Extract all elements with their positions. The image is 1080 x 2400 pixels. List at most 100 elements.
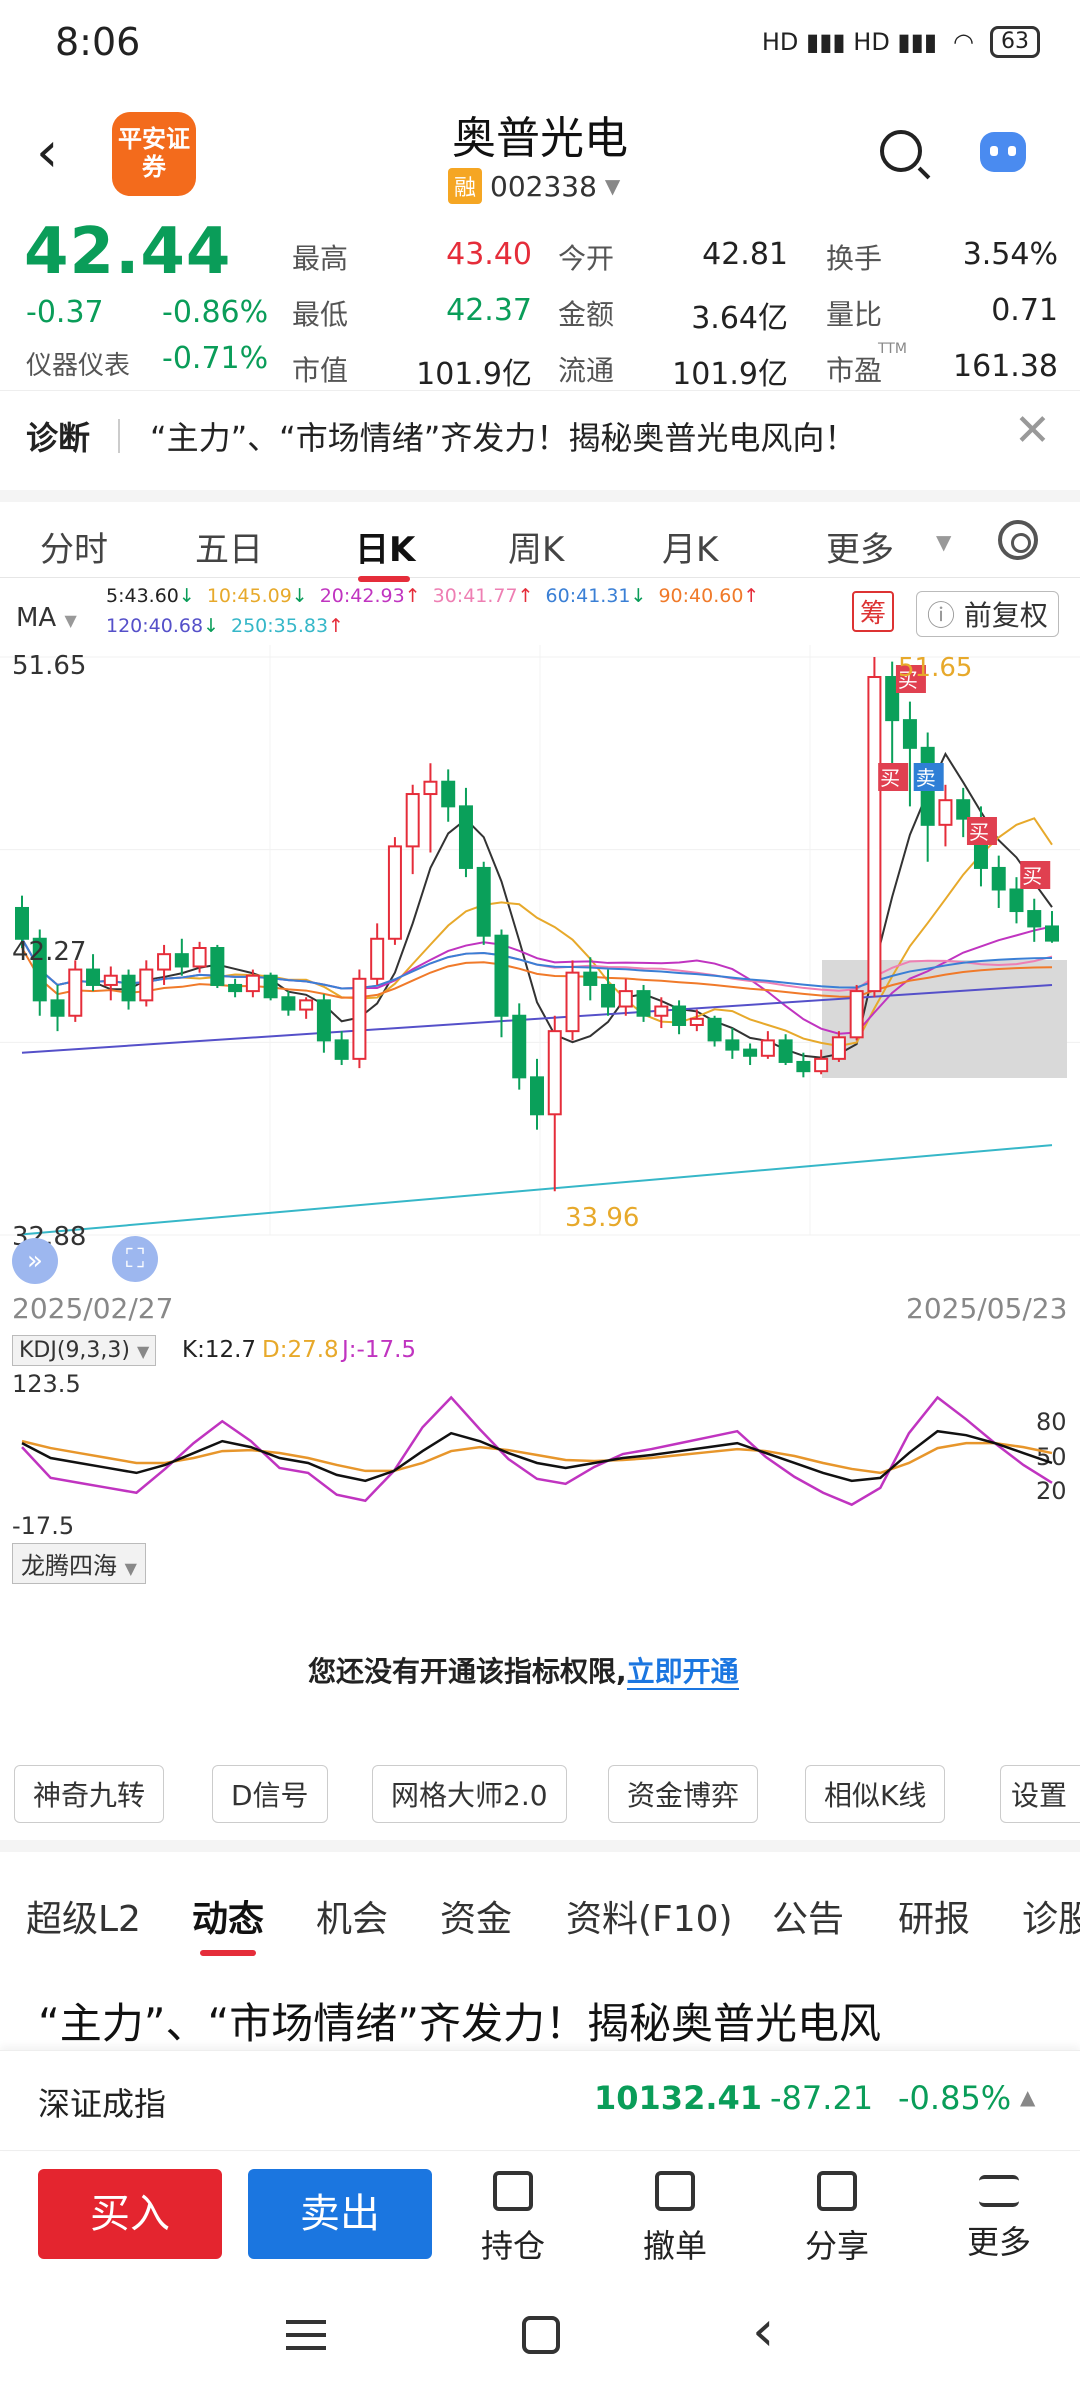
adjust-button[interactable]: ⓘ 前复权 — [916, 591, 1059, 637]
candle-body — [50, 999, 65, 1017]
ma-value: 30:41.77↑ — [433, 585, 534, 607]
ma-arrow: ↓ — [291, 585, 308, 607]
period-tabs: 分时 五日 日K 周K 月K 更多 ▼ — [0, 490, 1080, 582]
ma-arrow: ↑ — [404, 585, 421, 607]
candle-body — [334, 1039, 349, 1060]
ma-selector[interactable]: MA ▼ — [16, 603, 77, 633]
candle-body — [743, 1048, 758, 1057]
chevron-down-icon: ▼ — [64, 611, 77, 630]
tab-five-day[interactable]: 五日 — [195, 522, 263, 571]
index-ticker[interactable]: 深证成指 10132.41 -87.21 -0.85% ▲ — [0, 2050, 1080, 2150]
tool-settings[interactable]: 设置 — [1000, 1765, 1080, 1823]
share-button[interactable]: 分享 — [782, 2171, 892, 2267]
tab-news[interactable]: 动态 — [192, 1890, 264, 1942]
tab-indicator — [358, 576, 410, 582]
cancel-order-button[interactable]: 撤单 — [620, 2171, 730, 2267]
fullscreen-icon[interactable]: ⛶ — [112, 1236, 158, 1282]
candle-body — [299, 999, 314, 1011]
chip-distribution-button[interactable]: 筹 — [852, 591, 895, 632]
quote-value: 42.37 — [446, 293, 532, 328]
tab-opportunity[interactable]: 机会 — [316, 1890, 388, 1942]
high-price-mark: 51.65 — [898, 653, 973, 683]
quote-panel: 42.44 -0.37 -0.86% 仪器仪表 -0.71% 最高 43.40 今开… — [0, 215, 1080, 392]
tool-capital-game[interactable]: 资金博弈 — [608, 1765, 759, 1823]
trade-marker-label: 买 — [1022, 864, 1042, 888]
candle-body — [956, 799, 971, 820]
status-bar: 8:06 HD ▮▮▮ HD ▮▮▮ ◠ 63 — [0, 0, 1080, 90]
wifi-icon: ◠ — [953, 28, 974, 56]
tab-diagnosis[interactable]: 诊股 — [1022, 1890, 1080, 1942]
candle-body — [583, 971, 598, 986]
more-button[interactable]: 更多 — [944, 2171, 1054, 2263]
expand-icon[interactable]: » — [12, 1238, 58, 1284]
stock-code-selector[interactable]: 融 002338 ▼ — [448, 168, 620, 204]
candle-body — [387, 845, 402, 940]
candle-body — [672, 1005, 687, 1026]
kdj-j: J:-17.5 — [342, 1337, 417, 1363]
ma-value-text: 30:41.77 — [432, 585, 518, 607]
kdj-k: K:12.7 — [182, 1337, 257, 1363]
candle-body — [370, 937, 385, 980]
tool-d-signal[interactable]: D信号 — [212, 1765, 328, 1823]
ma-value-text: 10:45.09 — [206, 585, 292, 607]
info-tabs: 超级L2 动态 机会 资金 资料(F10) 公告 研报 诊股 — [0, 1840, 1080, 1956]
candle-body — [352, 977, 367, 1060]
tool-magic-nine[interactable]: 神奇九转 — [14, 1765, 165, 1823]
tool-similar-k[interactable]: 相似K线 — [805, 1765, 946, 1823]
close-icon[interactable]: ✕ — [1014, 405, 1051, 456]
candle-body — [157, 953, 172, 971]
kline-chart[interactable]: 买买 卖买买 — [0, 645, 1080, 1305]
index-change: -87.21 — [770, 2079, 874, 2117]
quote-label: 市值 — [292, 354, 349, 387]
assistant-robot-icon[interactable] — [980, 132, 1026, 172]
sector-name[interactable]: 仪器仪表 — [26, 345, 130, 382]
share-label: 分享 — [804, 2227, 869, 2265]
tab-announcement[interactable]: 公告 — [772, 1890, 844, 1942]
tab-super-l2[interactable]: 超级L2 — [26, 1890, 141, 1942]
date-start: 2025/02/27 — [12, 1292, 174, 1325]
ma-values-row2: 120:40.68↓ 250:35.83↑ — [106, 615, 356, 637]
document-icon — [493, 2171, 533, 2211]
date-end: 2025/05/23 — [906, 1292, 1068, 1325]
candle-body — [512, 1014, 527, 1079]
tab-f10[interactable]: 资料(F10) — [566, 1890, 733, 1942]
search-icon[interactable] — [880, 130, 922, 172]
sell-button[interactable]: 卖出 — [248, 2169, 432, 2259]
kdj-selector[interactable]: KDJ(9,3,3) ▼ — [12, 1335, 157, 1366]
tab-intraday[interactable]: 分时 — [40, 522, 108, 571]
permission-text: 您还没有开通该指标权限, — [308, 1655, 627, 1688]
candle-body — [192, 947, 207, 968]
candle-body — [245, 974, 260, 993]
ma-value: 250:35.83↑ — [231, 615, 344, 637]
gear-icon[interactable] — [998, 520, 1038, 560]
activate-link[interactable]: 立即开通 — [626, 1655, 739, 1690]
tab-weekly-k[interactable]: 周K — [508, 522, 564, 571]
tab-funds[interactable]: 资金 — [440, 1890, 512, 1942]
candle-body — [707, 1017, 722, 1042]
candle-body — [636, 990, 651, 1017]
index-pct: -0.85% — [898, 2079, 1012, 2117]
tool-grid-master[interactable]: 网格大师2.0 — [372, 1765, 567, 1823]
positions-button[interactable]: 持仓 — [458, 2171, 568, 2267]
candle-body — [441, 780, 456, 808]
home-icon[interactable] — [522, 2316, 560, 2354]
tab-research[interactable]: 研报 — [898, 1890, 970, 1942]
cancel-order-label: 撤单 — [642, 2227, 707, 2265]
candle-body — [618, 990, 633, 1008]
menu-icon[interactable] — [286, 2320, 326, 2350]
buy-button[interactable]: 买入 — [38, 2169, 222, 2259]
quote-value: 3.54% — [962, 237, 1058, 272]
ma-value: 90:40.60↑ — [658, 585, 759, 607]
tab-daily-k[interactable]: 日K — [355, 522, 415, 571]
tab-monthly-k[interactable]: 月K — [662, 522, 718, 571]
indicator-selector[interactable]: 龙腾四海 ▼ — [12, 1543, 146, 1584]
chevron-up-icon[interactable]: ▲ — [1020, 2085, 1035, 2109]
diagnosis-banner[interactable]: 诊断 “主力”、“市场情绪”齐发力！揭秘奥普光电风向！ ✕ — [0, 390, 1080, 480]
tab-more[interactable]: 更多 — [826, 522, 894, 571]
candle-body — [654, 1005, 669, 1017]
back-nav-icon[interactable]: ‹ — [752, 2304, 774, 2360]
article-title[interactable]: “主力”、“市场情绪”齐发力！揭秘奥普光电风 — [38, 1990, 881, 2051]
candle-body — [778, 1039, 793, 1063]
candle-body — [15, 906, 29, 940]
trade-marker-label: 买 — [969, 820, 989, 844]
